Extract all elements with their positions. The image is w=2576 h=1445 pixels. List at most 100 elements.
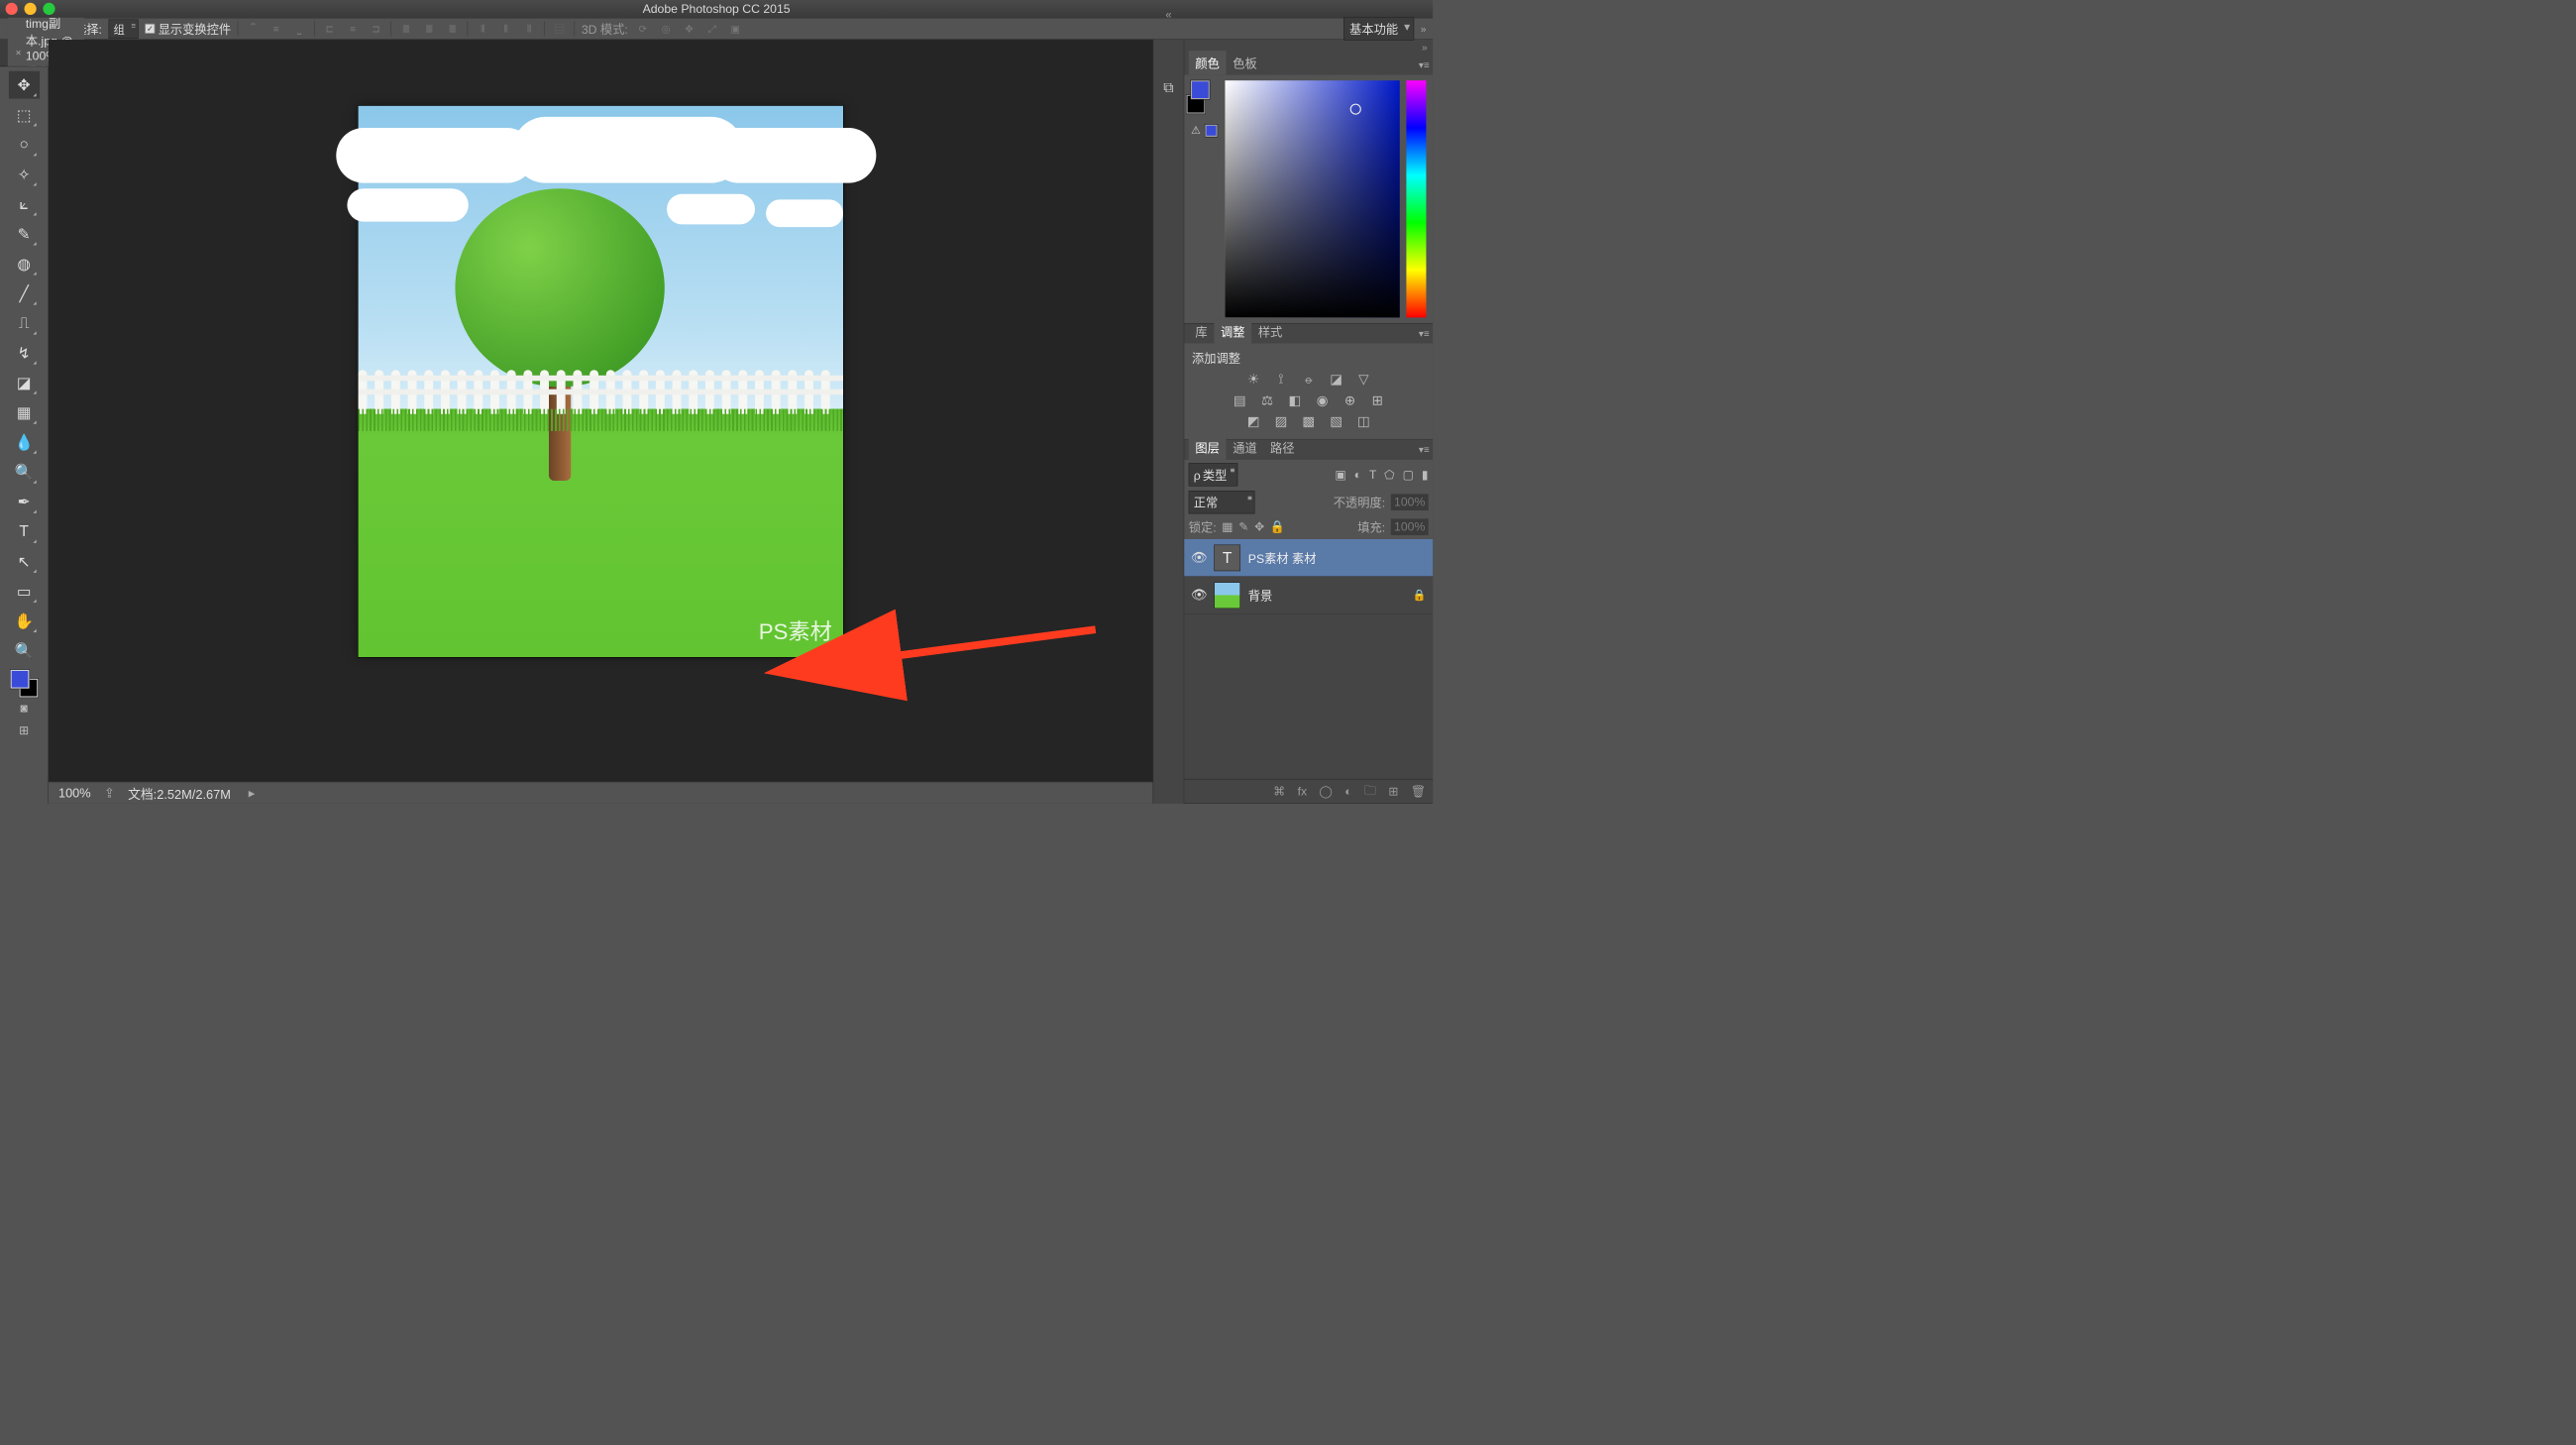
path-select-tool[interactable]: ↖ [9,547,40,575]
quick-mask-icon[interactable]: ◙ [9,699,40,719]
fill-value[interactable]: 100% [1391,518,1429,535]
distribute-left-icon[interactable]: ⦀ [475,22,491,36]
collapse-panels-icon[interactable]: » [1421,23,1427,35]
zoom-tool[interactable]: 🔍 [9,636,40,664]
current-color-chip[interactable] [1205,124,1217,136]
adjustments-tab[interactable]: 调整 [1214,319,1251,343]
3d-orbit-icon[interactable]: ⟳ [634,22,651,36]
layer-thumbnail[interactable] [1214,582,1240,609]
screen-mode-icon[interactable]: ⊞ [9,721,40,740]
distribute-right-icon[interactable]: ⦀ [521,22,538,36]
threshold-icon[interactable]: ▩ [1299,413,1319,430]
layer-row[interactable]: 👁 背景 🔒 [1184,577,1433,614]
filter-toggle-icon[interactable]: ▮ [1422,468,1429,482]
pen-tool[interactable]: ✒ [9,488,40,515]
panel-menu-icon[interactable]: ▾≡ [1419,59,1430,71]
filter-type-icon[interactable]: T [1369,468,1376,482]
layer-row[interactable]: 👁 T PS素材 素材 [1184,539,1433,577]
document-info[interactable]: 文档:2.52M/2.67M [128,784,231,803]
clone-stamp-tool[interactable]: ⎍ [9,309,40,337]
layer-thumbnail[interactable]: T [1214,544,1240,571]
opacity-value[interactable]: 100% [1391,494,1429,510]
posterize-icon[interactable]: ▨ [1271,413,1291,430]
levels-icon[interactable]: ⟟ [1271,371,1291,388]
export-icon[interactable]: ⇪ [104,786,115,801]
3d-pan-icon[interactable]: ✥ [681,22,698,36]
hue-slider[interactable] [1406,80,1426,317]
blur-tool[interactable]: 💧 [9,428,40,456]
close-window-icon[interactable] [6,3,18,15]
layer-filter-dropdown[interactable]: ρ类型 [1189,463,1237,486]
collapse-panels-icon[interactable]: » [1422,42,1428,53]
hand-tool[interactable]: ✋ [9,607,40,634]
type-tool[interactable]: T [9,517,40,545]
new-layer-icon[interactable]: ⊞ [1388,784,1398,798]
lock-all-icon[interactable]: 🔒 [1270,519,1285,533]
channel-mixer-icon[interactable]: ⊕ [1340,391,1359,408]
marquee-tool[interactable]: ⬚ [9,101,40,129]
quick-select-tool[interactable]: ✧ [9,161,40,188]
show-transform-checkbox[interactable]: ✓显示变换控件 [145,20,231,38]
blend-mode-dropdown[interactable]: 正常 [1189,491,1255,513]
selective-color-icon[interactable]: ◫ [1353,413,1373,430]
lock-transparent-icon[interactable]: ▦ [1222,519,1234,533]
channels-tab[interactable]: 通道 [1227,435,1264,459]
align-hcenter-icon[interactable]: ≡ [345,22,362,36]
exposure-icon[interactable]: ◪ [1326,371,1345,388]
lock-pixels-icon[interactable]: ✎ [1238,519,1248,533]
color-balance-icon[interactable]: ⚖ [1257,391,1277,408]
layer-name[interactable]: PS素材 素材 [1248,549,1317,567]
align-top-icon[interactable]: ⎴ [245,22,262,36]
gradient-tool[interactable]: ▦ [9,398,40,426]
lock-position-icon[interactable]: ✥ [1254,519,1264,533]
align-left-icon[interactable]: ⊏ [321,22,338,36]
color-tab[interactable]: 颜色 [1189,51,1227,74]
layer-fx-icon[interactable]: fx [1298,784,1308,798]
align-bottom-icon[interactable]: ⎵ [291,22,308,36]
panel-fg-swatch[interactable] [1191,80,1210,99]
minimize-window-icon[interactable] [24,3,36,15]
crop-tool[interactable]: ⟀ [9,190,40,218]
3d-roll-icon[interactable]: ◎ [658,22,675,36]
swatches-tab[interactable]: 色板 [1227,51,1264,74]
photo-filter-icon[interactable]: ◉ [1313,391,1333,408]
invert-icon[interactable]: ◩ [1243,413,1263,430]
visibility-toggle-icon[interactable]: 👁 [1191,550,1207,566]
lasso-tool[interactable]: ○ [9,131,40,159]
shape-tool[interactable]: ▭ [9,577,40,605]
maximize-window-icon[interactable] [43,3,54,15]
brush-tool[interactable]: ╱ [9,279,40,307]
align-right-icon[interactable]: ⊐ [368,22,384,36]
3d-camera-icon[interactable]: ▣ [727,22,744,36]
filter-smart-icon[interactable]: ▢ [1403,468,1415,482]
zoom-level[interactable]: 100% [58,786,91,801]
move-tool[interactable]: ✥ [9,71,40,99]
layers-tab[interactable]: 图层 [1189,435,1227,459]
align-vcenter-icon[interactable]: ≡ [268,22,284,36]
close-tab-icon[interactable]: × [16,48,22,59]
filter-shape-icon[interactable]: ⬠ [1384,468,1395,482]
auto-select-target-dropdown[interactable]: 组 [109,19,139,38]
brightness-contrast-icon[interactable]: ☀ [1243,371,1263,388]
new-group-icon[interactable]: 🗀 [1364,781,1376,802]
foreground-color-swatch[interactable] [10,670,29,689]
color-warning-icon[interactable]: ⚠ [1191,124,1201,138]
link-layers-icon[interactable]: ⌘ [1273,784,1285,798]
libraries-tab[interactable]: 库 [1189,319,1215,343]
layer-mask-icon[interactable]: ◯ [1319,784,1333,798]
distribute-vcenter-icon[interactable]: ≣ [421,22,438,36]
canvas-area[interactable]: PS素材 [49,40,1153,782]
layer-name[interactable]: 背景 [1248,587,1272,605]
3d-slide-icon[interactable]: ⤢ [704,22,721,36]
color-field[interactable] [1225,80,1399,317]
gradient-map-icon[interactable]: ▧ [1326,413,1345,430]
new-adjustment-icon[interactable]: ◐ [1344,784,1351,798]
bw-icon[interactable]: ◧ [1285,391,1305,408]
status-menu-icon[interactable]: ▸ [249,786,255,801]
curves-icon[interactable]: ⦵ [1299,371,1319,388]
history-brush-tool[interactable]: ↯ [9,339,40,367]
filter-pixel-icon[interactable]: ▣ [1335,468,1346,482]
history-panel-icon[interactable]: ⧉ [1157,76,1180,99]
dodge-tool[interactable]: 🔍 [9,458,40,486]
distribute-bottom-icon[interactable]: ≣ [444,22,461,36]
